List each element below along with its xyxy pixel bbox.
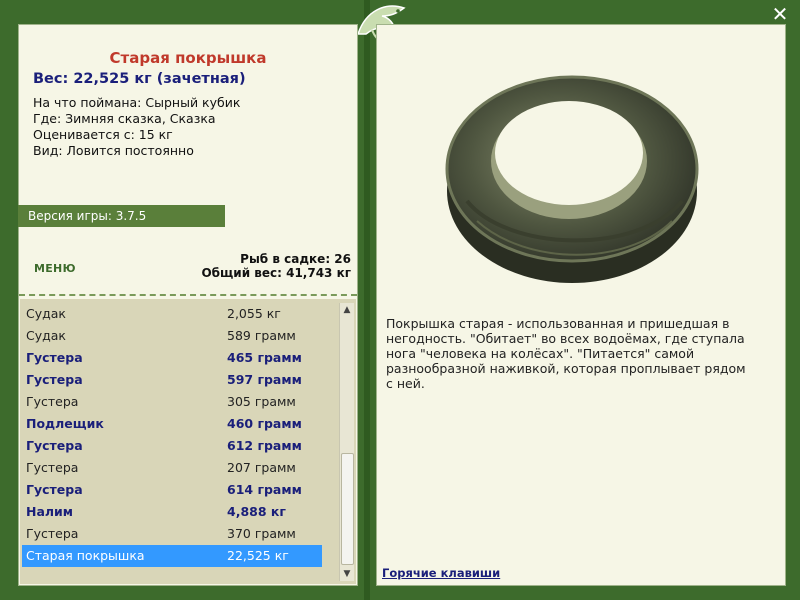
- fish-name: Густера: [26, 460, 79, 475]
- fish-row[interactable]: Густера 207 грамм: [22, 457, 322, 479]
- fish-name: Старая покрышка: [26, 548, 145, 563]
- fish-name: Налим: [26, 504, 74, 519]
- fish-row[interactable]: Судак 589 грамм: [22, 325, 322, 347]
- fish-name: Густера: [26, 482, 83, 497]
- item-info-panel: Старая покрышка Вес: 22,525 кг (зачетная…: [18, 24, 358, 586]
- fish-weight: 370 грамм: [227, 526, 296, 541]
- item-weight: Вес: 22,525 кг (зачетная): [33, 71, 246, 87]
- item-description: Покрышка старая - использованная и прише…: [386, 316, 746, 391]
- fish-row[interactable]: Густера 465 грамм: [22, 347, 322, 369]
- item-bait: На что поймана: Сырный кубик: [33, 95, 241, 110]
- frame-stripe-left: [364, 0, 370, 600]
- list-scrollbar[interactable]: ▲ ▼: [339, 303, 354, 581]
- fish-name: Подлещик: [26, 416, 104, 431]
- divider: [19, 294, 357, 296]
- old-tire-image: [445, 75, 699, 283]
- scroll-down-icon[interactable]: ▼: [340, 567, 354, 581]
- fish-row[interactable]: Густера 305 грамм: [22, 391, 322, 413]
- fish-row[interactable]: Подлещик 460 грамм: [22, 413, 322, 435]
- fish-list: Судак 2,055 кг Судак 589 грамм Густера 465 гр…: [22, 303, 322, 567]
- item-type: Вид: Ловится постоянно: [33, 143, 194, 158]
- fish-row-selected[interactable]: Старая покрышка 22,525 кг: [22, 545, 322, 567]
- menu-button[interactable]: МЕНЮ: [34, 262, 76, 275]
- fish-row[interactable]: Налим 4,888 кг: [22, 501, 322, 523]
- item-detail-panel: Покрышка старая - использованная и прише…: [376, 24, 786, 586]
- fish-name: Судак: [26, 328, 66, 343]
- fish-name: Густера: [26, 526, 79, 541]
- fish-weight: 22,525 кг: [227, 548, 289, 563]
- scrollbar-thumb[interactable]: [341, 453, 354, 565]
- fish-weight: 614 грамм: [227, 482, 302, 497]
- item-title: Старая покрышка: [109, 49, 267, 67]
- close-button[interactable]: ✕: [768, 2, 792, 26]
- scroll-up-icon[interactable]: ▲: [340, 303, 354, 317]
- fish-weight: 207 грамм: [227, 460, 296, 475]
- fish-weight: 612 грамм: [227, 438, 302, 453]
- fish-row[interactable]: Густера 614 грамм: [22, 479, 322, 501]
- catch-stats: Рыб в садке: 26 Общий вес: 41,743 кг: [201, 252, 351, 280]
- fish-list-container: Судак 2,055 кг Судак 589 грамм Густера 465 гр…: [20, 299, 356, 584]
- game-version-bar: Версия игры: 3.7.5: [18, 205, 225, 227]
- fish-weight: 4,888 кг: [227, 504, 286, 519]
- fish-weight: 305 грамм: [227, 394, 296, 409]
- total-weight: Общий вес: 41,743 кг: [201, 266, 351, 280]
- fish-weight: 465 грамм: [227, 350, 302, 365]
- fish-row[interactable]: Густера 612 грамм: [22, 435, 322, 457]
- fish-name: Густера: [26, 394, 79, 409]
- fish-weight: 460 грамм: [227, 416, 302, 431]
- fish-row[interactable]: Густера 597 грамм: [22, 369, 322, 391]
- hotkeys-link[interactable]: Горячие клавиши: [382, 566, 500, 580]
- fish-name: Густера: [26, 438, 83, 453]
- fish-weight: 597 грамм: [227, 372, 302, 387]
- fish-weight: 2,055 кг: [227, 306, 281, 321]
- close-icon: ✕: [771, 2, 789, 26]
- item-location: Где: Зимняя сказка, Сказка: [33, 111, 216, 126]
- fish-weight: 589 грамм: [227, 328, 296, 343]
- fish-name: Густера: [26, 350, 83, 365]
- fish-count: Рыб в садке: 26: [240, 252, 351, 266]
- fish-name: Густера: [26, 372, 83, 387]
- fish-row[interactable]: Густера 370 грамм: [22, 523, 322, 545]
- fish-row[interactable]: Судак 2,055 кг: [22, 303, 322, 325]
- fish-name: Судак: [26, 306, 66, 321]
- item-info-lines: На что поймана: Сырный кубик Где: Зимняя…: [33, 95, 240, 159]
- item-min-weight: Оценивается с: 15 кг: [33, 127, 173, 142]
